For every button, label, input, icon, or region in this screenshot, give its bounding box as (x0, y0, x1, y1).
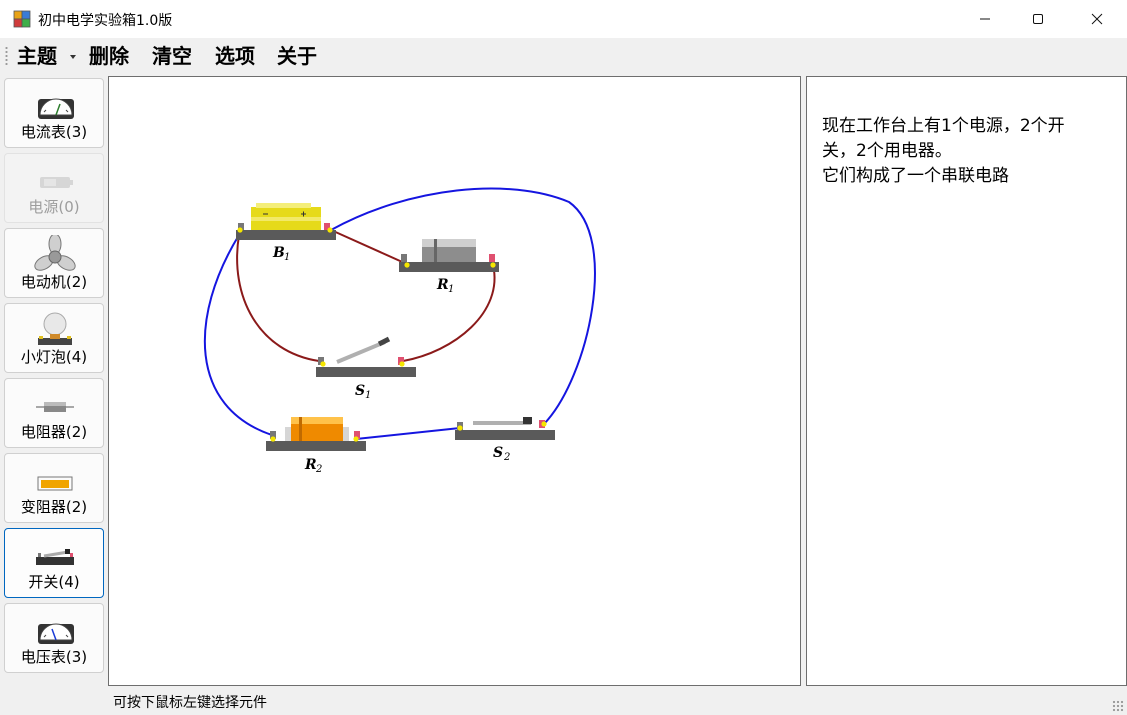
status-text: 可按下鼠标左键选择元件 (113, 695, 267, 711)
status-bar: 可按下鼠标左键选择元件 (0, 686, 1127, 715)
label-s1: S (355, 383, 365, 399)
label-r2: R (304, 457, 317, 473)
motor-fan-icon (34, 235, 76, 271)
maximize-icon (1033, 14, 1043, 24)
switch-s1[interactable] (316, 336, 416, 377)
sidebar-item-voltmeter[interactable]: 电压表(3) (4, 603, 104, 673)
menu-grip (5, 46, 8, 66)
sidebar-item-ammeter[interactable]: 电流表(3) (4, 78, 104, 148)
component-toolbox: 电流表(3) 电源(0) 电动机(2) 小灯泡(4) 电阻器(2) 变阻器(2)… (0, 76, 108, 686)
minimize-button[interactable] (962, 0, 1008, 38)
label-r2-sub: 2 (315, 464, 322, 475)
sidebar-item-rheostat[interactable]: 变阻器(2) (4, 453, 104, 523)
menu-theme[interactable]: 主题 (17, 43, 57, 69)
wire-b1-r1[interactable] (330, 229, 410, 266)
info-line-1: 现在工作台上有1个电源，2个开 (822, 116, 1065, 136)
bulb-icon (38, 312, 72, 345)
label-s2: S (493, 445, 503, 461)
circuit-diagram: B 1 R 1 S 1 R 2 S 2 (203, 187, 596, 475)
info-panel: 现在工作台上有1个电源，2个开 关，2个用电器。 它们构成了一个串联电路 (806, 76, 1127, 686)
sidebar-item-label: 电阻器(2) (20, 423, 88, 441)
menu-about[interactable]: 关于 (277, 43, 317, 69)
sidebar-item-switch[interactable]: 开关(4) (4, 528, 104, 598)
sidebar-item-label: 开关(4) (28, 573, 80, 591)
sidebar-item-label: 电动机(2) (20, 273, 88, 291)
ammeter-icon (38, 98, 74, 119)
battery-icon (40, 177, 73, 188)
switch-icon (36, 549, 74, 565)
info-line-2: 关，2个用电器。 (822, 141, 952, 161)
sidebar-item-label: 小灯泡(4) (20, 348, 88, 366)
sidebar-item-label: 电压表(3) (20, 648, 88, 666)
sidebar-item-motor[interactable]: 电动机(2) (4, 228, 104, 298)
close-icon (1091, 13, 1103, 25)
chevron-down-icon (70, 55, 76, 59)
title-bar: 初中电学实验箱1.0版 (0, 0, 1127, 38)
wire-r2-s2[interactable] (355, 427, 461, 440)
wire-b1-s2[interactable] (330, 187, 596, 425)
info-line-3: 它们构成了一个串联电路 (822, 166, 1009, 186)
sidebar-item-bulb[interactable]: 小灯泡(4) (4, 303, 104, 373)
wire-b1-r2[interactable] (203, 234, 273, 436)
resistor-r1[interactable] (399, 239, 499, 272)
workbench-canvas[interactable]: B 1 R 1 S 1 R 2 S 2 (108, 76, 801, 686)
sidebar-item-label: 电流表(3) (20, 123, 88, 141)
app-icon (13, 10, 31, 28)
sidebar-item-label: 电源(0) (28, 198, 80, 216)
close-button[interactable] (1074, 0, 1120, 38)
battery-b1[interactable] (236, 203, 336, 240)
resize-grip-icon[interactable] (1112, 700, 1124, 712)
switch-s2[interactable] (455, 417, 555, 440)
resistor-icon (36, 402, 74, 412)
sidebar-item-battery[interactable]: 电源(0) (4, 153, 104, 223)
label-r1: R (436, 277, 449, 293)
menu-clear[interactable]: 清空 (152, 43, 192, 69)
label-s1-sub: 1 (365, 390, 371, 401)
voltmeter-icon (38, 623, 74, 644)
label-b1-sub: 1 (284, 252, 290, 263)
label-r1-sub: 1 (448, 284, 454, 295)
window-title: 初中电学实验箱1.0版 (38, 13, 173, 29)
rheostat-icon (37, 476, 73, 491)
sidebar-item-label: 变阻器(2) (20, 498, 88, 516)
menu-options[interactable]: 选项 (215, 43, 255, 69)
minimize-icon (980, 18, 990, 20)
menu-delete[interactable]: 删除 (89, 43, 129, 69)
rheostat-r2[interactable] (266, 417, 366, 451)
menu-bar: 主题 删除 清空 选项 关于 (0, 38, 1127, 74)
maximize-button[interactable] (1015, 0, 1061, 38)
wire-r1-s1[interactable] (402, 264, 496, 362)
label-s2-sub: 2 (503, 452, 510, 463)
sidebar-item-resistor[interactable]: 电阻器(2) (4, 378, 104, 448)
